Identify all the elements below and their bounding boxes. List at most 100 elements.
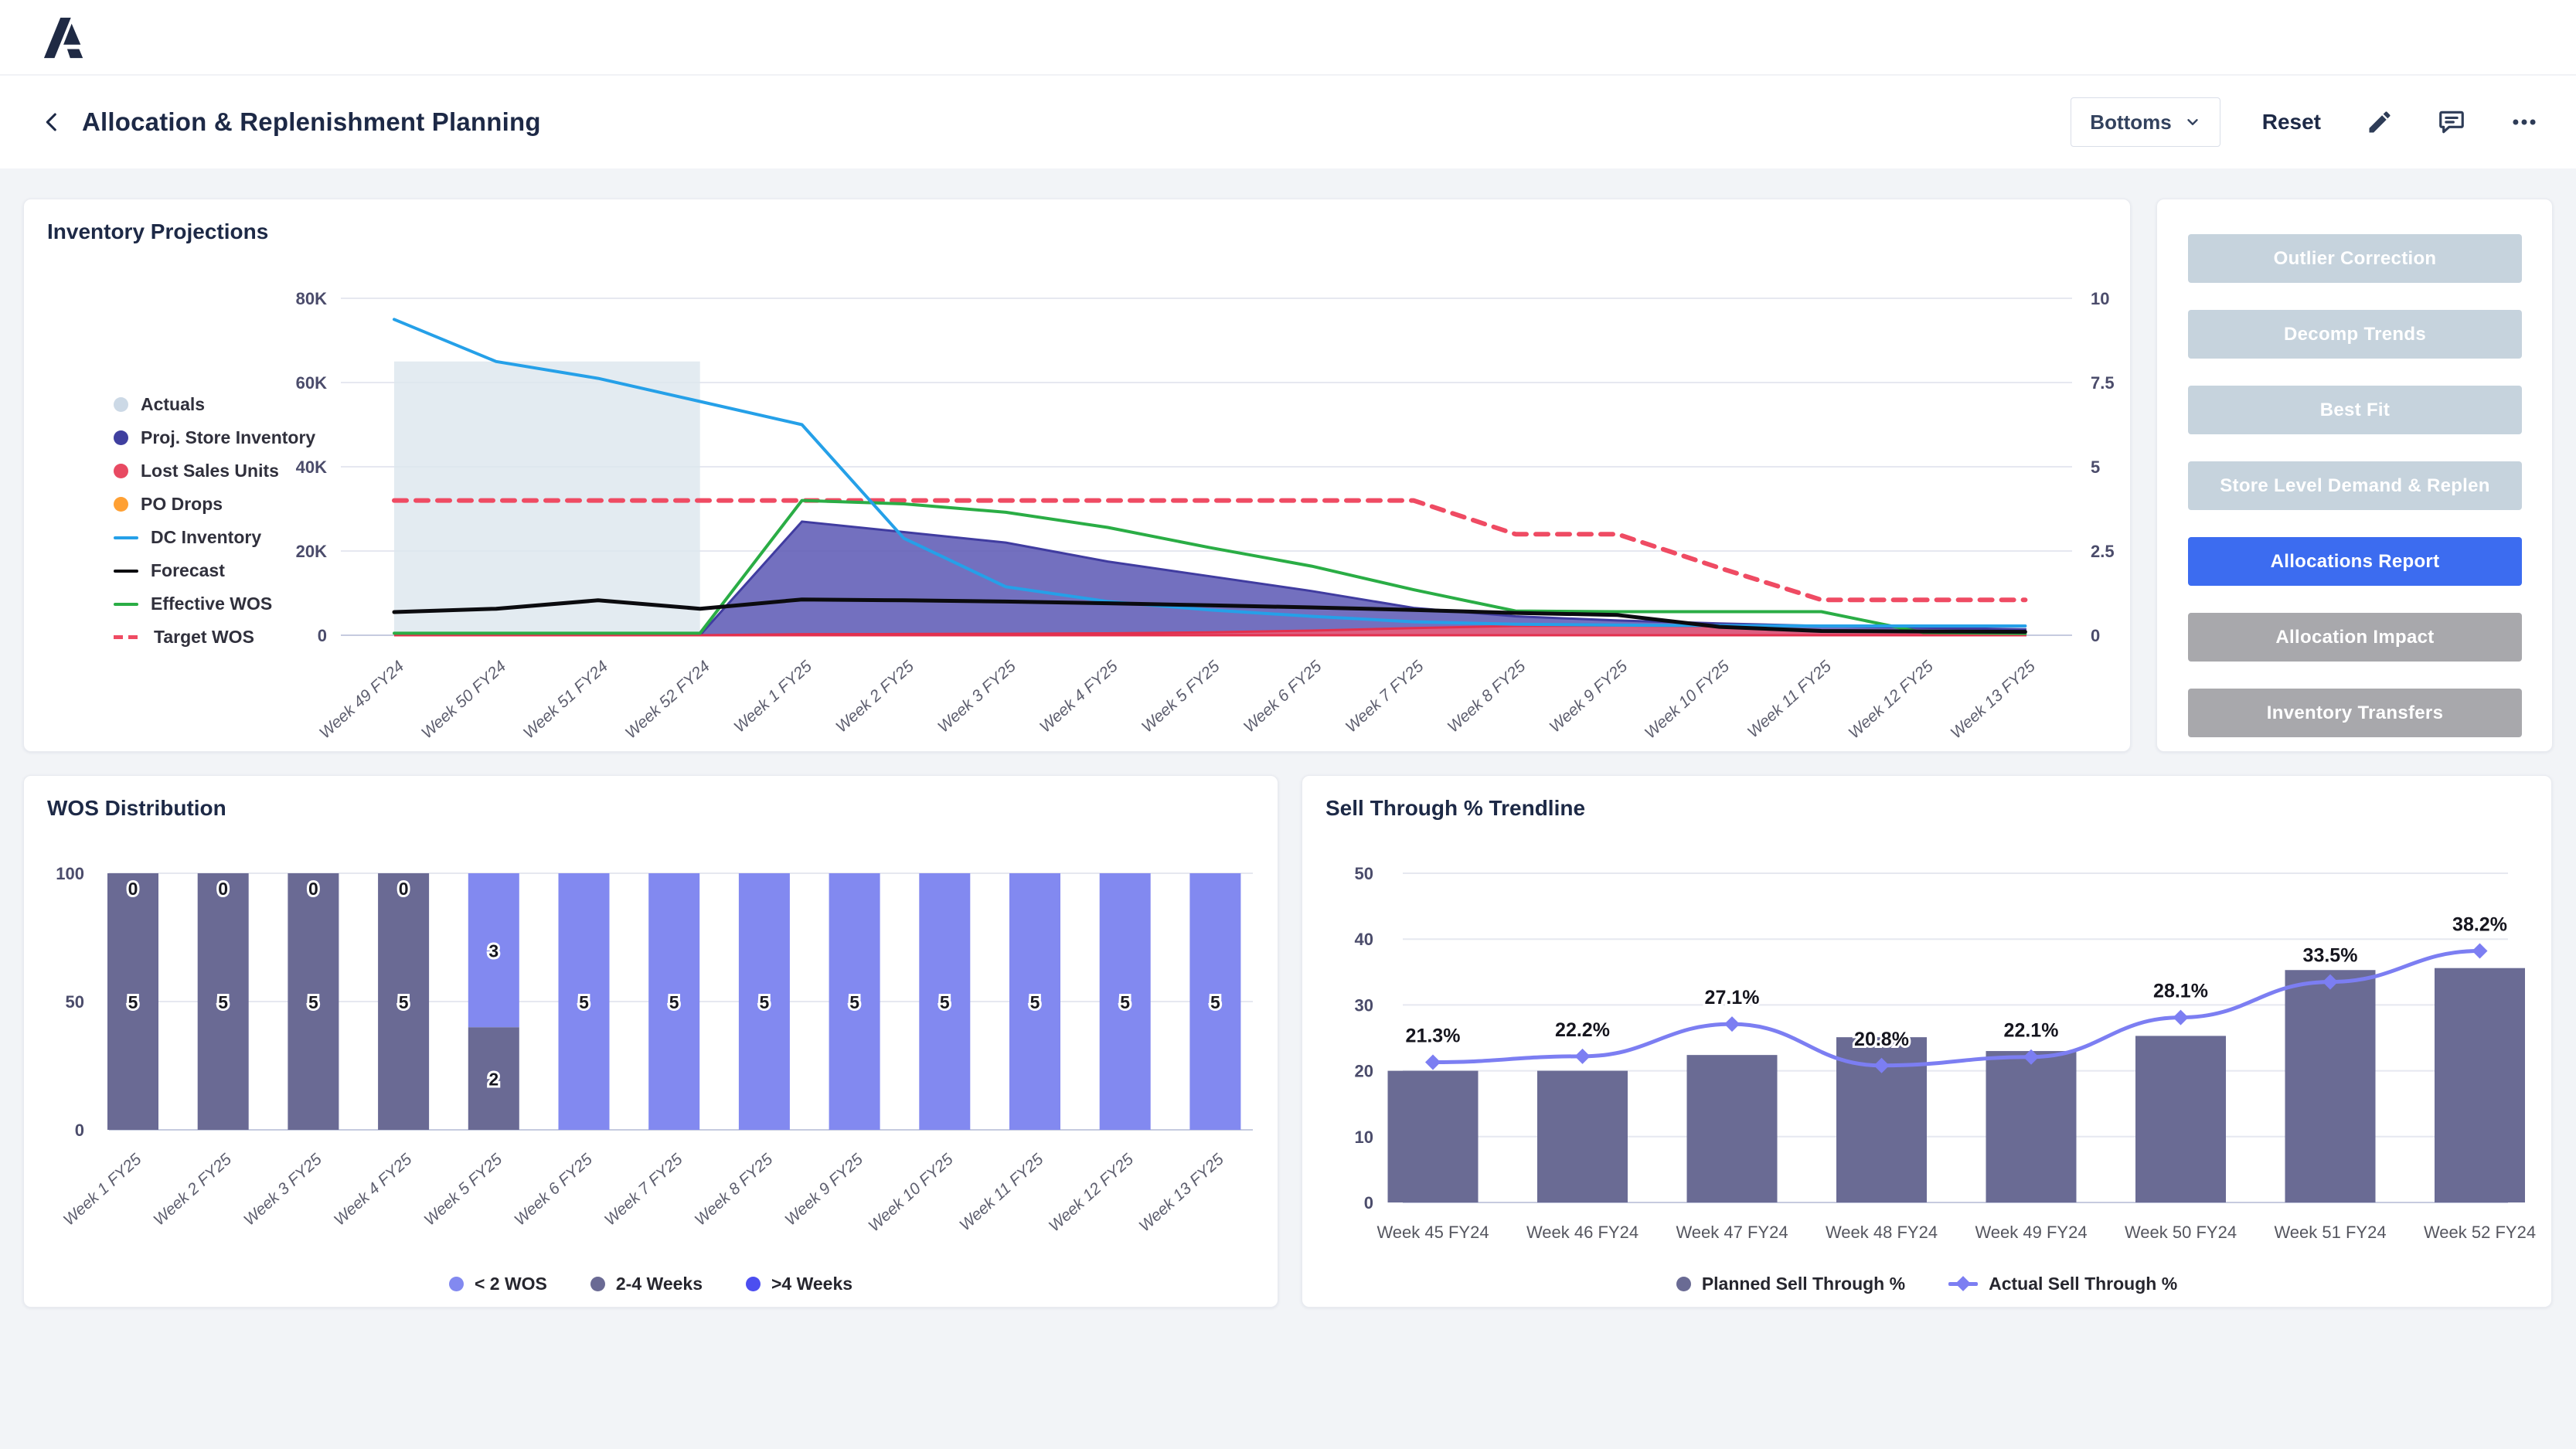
comment-button[interactable] bbox=[2434, 104, 2469, 140]
x-axis-tick: Week 13 FY25 bbox=[1135, 1150, 1227, 1235]
legend-label: Proj. Store Inventory bbox=[141, 427, 315, 448]
chevron-left-icon bbox=[39, 109, 65, 135]
legend-item-dc-inventory[interactable]: DC Inventory bbox=[114, 521, 315, 554]
view-dropdown[interactable]: Bottoms bbox=[2071, 97, 2220, 147]
action-button-best-fit[interactable]: Best Fit bbox=[2188, 386, 2522, 434]
x-axis-tick: Week 12 FY25 bbox=[1846, 657, 1938, 742]
bar-value-label: 5 bbox=[218, 992, 228, 1012]
x-axis-tick: Week 9 FY25 bbox=[1546, 657, 1631, 736]
x-axis-tick: Week 47 FY24 bbox=[1676, 1223, 1788, 1242]
legend-item-actual-sell-through-[interactable]: Actual Sell Through % bbox=[1948, 1274, 2177, 1294]
bar-value-label: 3 bbox=[488, 941, 499, 961]
x-axis-tick: Week 10 FY25 bbox=[865, 1150, 957, 1235]
legend-label: 2-4 Weeks bbox=[616, 1274, 703, 1294]
y-axis-tick: 0 bbox=[1364, 1193, 1373, 1213]
action-button-decomp-trends[interactable]: Decomp Trends bbox=[2188, 310, 2522, 359]
bar-value-label: 5 bbox=[308, 992, 318, 1012]
x-axis-tick: Week 8 FY25 bbox=[1445, 657, 1530, 736]
bar-value-label: 0 bbox=[128, 879, 138, 899]
x-axis-tick: Week 11 FY25 bbox=[956, 1150, 1046, 1234]
legend-label: Lost Sales Units bbox=[141, 461, 279, 481]
x-axis-tick: Week 7 FY25 bbox=[601, 1150, 686, 1229]
sell-through-panel: 01020304050Week 45 FY24Week 46 FY24Week … bbox=[1302, 775, 2552, 1308]
legend-item-actuals[interactable]: Actuals bbox=[114, 388, 315, 421]
line-marker-diamond bbox=[2472, 944, 2488, 959]
bar-value-label: 0 bbox=[399, 879, 409, 899]
y-axis-right-tick: 10 bbox=[2091, 289, 2109, 308]
data-label: 21.3% bbox=[1406, 1026, 1461, 1047]
legend-item-2-4-weeks[interactable]: 2-4 Weeks bbox=[590, 1274, 703, 1294]
x-axis-tick: Week 3 FY25 bbox=[240, 1150, 325, 1229]
legend-item-planned-sell-through-[interactable]: Planned Sell Through % bbox=[1676, 1274, 1905, 1294]
line-marker-diamond bbox=[2173, 1010, 2189, 1026]
reset-button[interactable]: Reset bbox=[2258, 109, 2326, 135]
ellipsis-icon bbox=[2510, 107, 2539, 137]
x-axis-tick: Week 46 FY24 bbox=[1526, 1223, 1638, 1242]
x-axis-tick: Week 12 FY25 bbox=[1046, 1150, 1138, 1235]
planned-bar bbox=[1537, 1071, 1628, 1202]
line-marker-diamond bbox=[1724, 1016, 1740, 1032]
bar-value-label: 5 bbox=[579, 992, 589, 1012]
legend-item-po-drops[interactable]: PO Drops bbox=[114, 488, 315, 521]
wos-distribution-chart: 05010050Week 1 FY2550Week 2 FY2550Week 3… bbox=[24, 776, 1279, 1308]
y-axis-tick: 0 bbox=[75, 1121, 84, 1140]
edit-button[interactable] bbox=[2363, 105, 2397, 139]
planned-bar bbox=[2435, 968, 2525, 1202]
bar-value-label: 5 bbox=[760, 992, 770, 1012]
data-label: 22.1% bbox=[2004, 1020, 2059, 1042]
legend-item-target-wos[interactable]: Target WOS bbox=[114, 621, 315, 654]
page-header: Allocation & Replenishment Planning Bott… bbox=[0, 76, 2576, 168]
x-axis-tick: Week 9 FY25 bbox=[781, 1150, 866, 1229]
x-axis-tick: Week 5 FY25 bbox=[1138, 657, 1223, 736]
header-actions: Bottoms Reset bbox=[2071, 97, 2542, 147]
panel-title-sell: Sell Through % Trendline bbox=[1325, 796, 1585, 821]
wos-chart-legend: < 2 WOS 2-4 Weeks >4 Weeks bbox=[24, 1274, 1278, 1294]
action-button-allocation-impact[interactable]: Allocation Impact bbox=[2188, 613, 2522, 662]
y-axis-right-tick: 7.5 bbox=[2091, 373, 2115, 393]
legend-marker bbox=[114, 570, 138, 573]
action-button-outlier-correction[interactable]: Outlier Correction bbox=[2188, 234, 2522, 283]
inventory-projections-chart: 0020K2.540K560K7.580K10Week 49 FY24Week … bbox=[24, 199, 2132, 753]
x-axis-tick: Week 52 FY24 bbox=[2424, 1223, 2536, 1242]
legend-marker bbox=[114, 635, 141, 639]
x-axis-tick: Week 2 FY25 bbox=[150, 1150, 235, 1229]
action-button-inventory-transfers[interactable]: Inventory Transfers bbox=[2188, 689, 2522, 737]
bar-value-label: 0 bbox=[218, 879, 228, 899]
legend-item--4-weeks[interactable]: >4 Weeks bbox=[746, 1274, 852, 1294]
legend-item-proj-store-inventory[interactable]: Proj. Store Inventory bbox=[114, 421, 315, 454]
legend-item-forecast[interactable]: Forecast bbox=[114, 554, 315, 587]
page-title: Allocation & Replenishment Planning bbox=[82, 107, 541, 137]
legend-item-lost-sales-units[interactable]: Lost Sales Units bbox=[114, 454, 315, 488]
legend-item--2-wos[interactable]: < 2 WOS bbox=[449, 1274, 547, 1294]
data-label: 28.1% bbox=[2153, 981, 2208, 1002]
x-axis-tick: Week 51 FY24 bbox=[520, 658, 611, 743]
planned-bar bbox=[2285, 970, 2376, 1202]
y-axis-tick: 20 bbox=[1355, 1062, 1373, 1081]
x-axis-tick: Week 52 FY24 bbox=[622, 658, 713, 743]
action-button-allocations-report[interactable]: Allocations Report bbox=[2188, 537, 2522, 586]
y-axis-tick: 10 bbox=[1355, 1128, 1373, 1147]
legend-label: < 2 WOS bbox=[475, 1274, 547, 1294]
action-button-store-level-demand-replen[interactable]: Store Level Demand & Replen bbox=[2188, 461, 2522, 510]
bar-value-label: 5 bbox=[399, 992, 409, 1012]
more-menu-button[interactable] bbox=[2506, 104, 2542, 140]
legend-label: DC Inventory bbox=[151, 527, 261, 548]
y-axis-tick: 100 bbox=[56, 864, 84, 883]
bar-value-label: 2 bbox=[488, 1070, 499, 1090]
data-label: 20.8% bbox=[1854, 1029, 1909, 1050]
legend-item-effective-wos[interactable]: Effective WOS bbox=[114, 587, 315, 621]
panel-title-inventory: Inventory Projections bbox=[47, 219, 268, 244]
bar-value-label: 5 bbox=[1030, 992, 1040, 1012]
bar-value-label: 5 bbox=[849, 992, 859, 1012]
planned-bar bbox=[1388, 1071, 1479, 1202]
panel-title-wos: WOS Distribution bbox=[47, 796, 226, 821]
legend-marker bbox=[1948, 1282, 1978, 1286]
legend-marker bbox=[114, 536, 138, 539]
pencil-icon bbox=[2366, 108, 2394, 136]
inventory-projections-panel: 0020K2.540K560K7.580K10Week 49 FY24Week … bbox=[23, 199, 2131, 752]
x-axis-tick: Week 51 FY24 bbox=[2274, 1223, 2386, 1242]
actions-panel: Outlier Correction Decomp Trends Best Fit S… bbox=[2156, 199, 2553, 752]
back-button[interactable] bbox=[34, 104, 70, 140]
x-axis-tick: Week 48 FY24 bbox=[1826, 1223, 1938, 1242]
x-axis-tick: Week 4 FY25 bbox=[331, 1150, 416, 1229]
